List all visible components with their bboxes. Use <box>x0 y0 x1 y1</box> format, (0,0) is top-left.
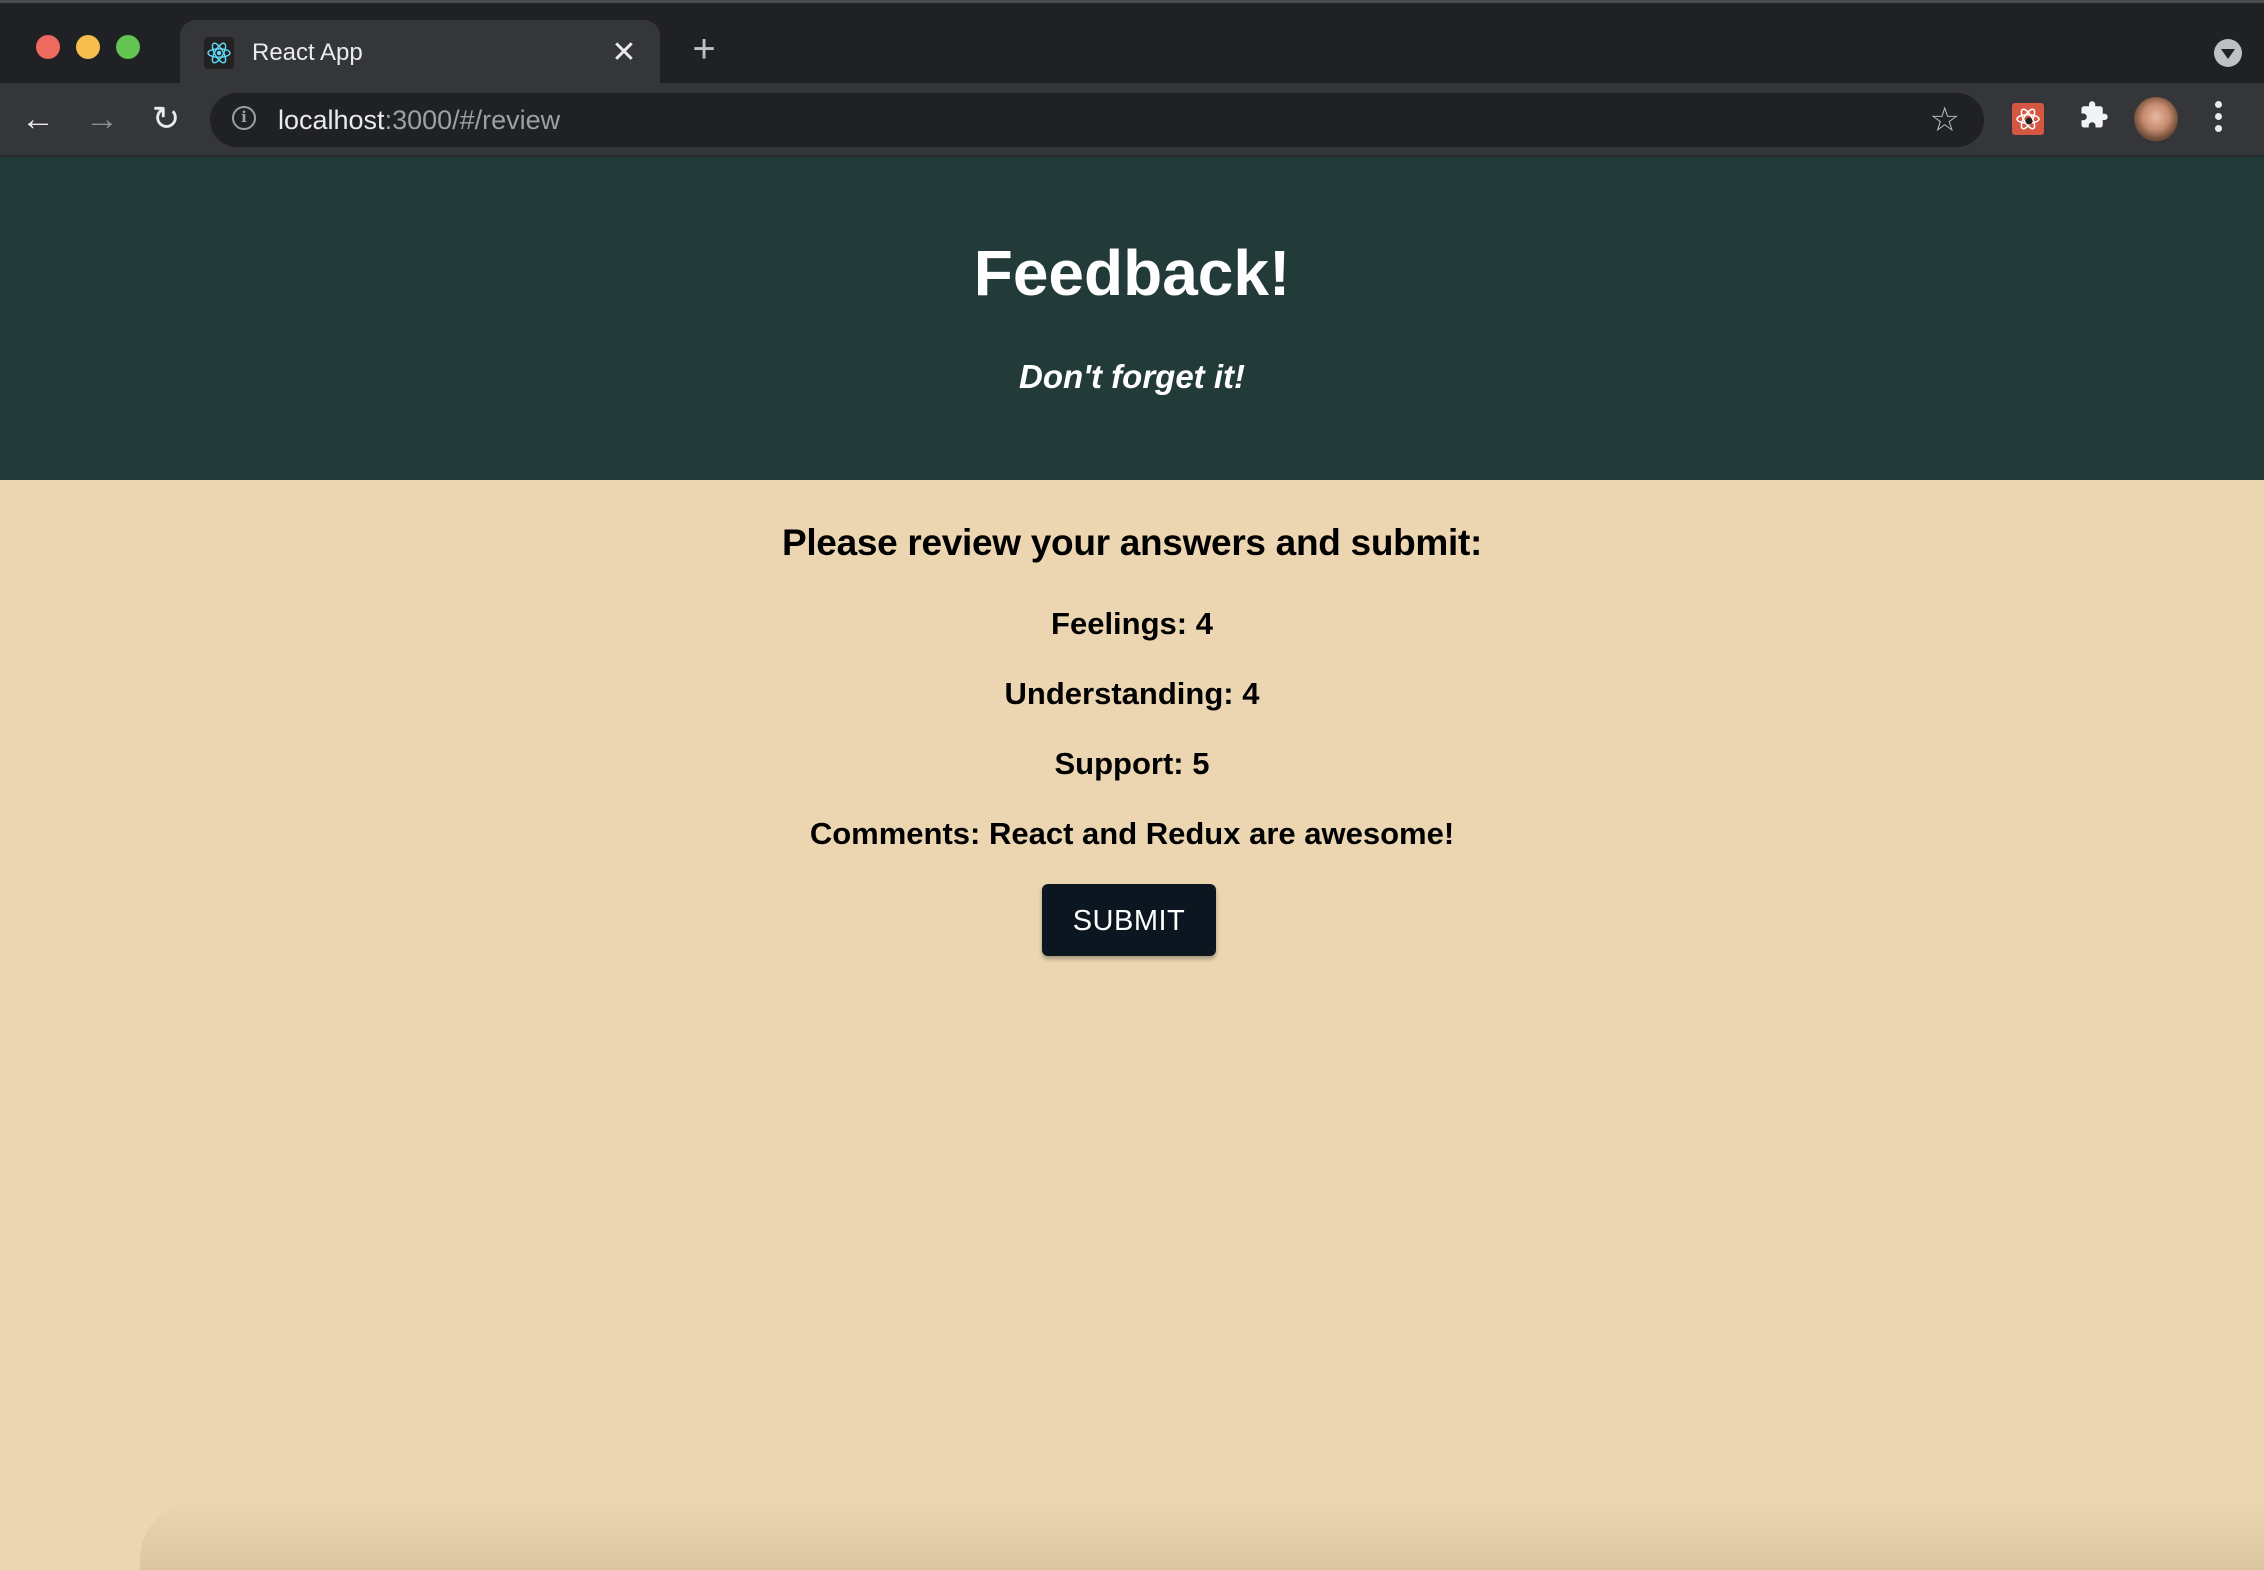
forward-arrow-icon[interactable]: → <box>82 99 122 139</box>
submit-button[interactable]: SUBMIT <box>1042 884 1216 956</box>
page-subtitle: Don't forget it! <box>1019 358 1245 395</box>
review-item-feelings: Feelings: 4 <box>1051 606 1213 641</box>
url-path: :3000/#/review <box>384 105 561 135</box>
browser-tab-strip: React App ✕ + <box>0 0 2264 86</box>
tab-title: React App <box>252 39 363 66</box>
react-logo-icon <box>204 37 234 69</box>
review-item-support: Support: 5 <box>1054 746 1210 781</box>
extensions-puzzle-icon[interactable] <box>2074 99 2114 139</box>
new-tab-button[interactable]: + <box>684 29 724 69</box>
window-close-button[interactable] <box>36 35 60 59</box>
browser-menu-icon[interactable] <box>2208 101 2228 141</box>
window-maximize-button[interactable] <box>116 35 140 59</box>
site-info-icon[interactable]: i <box>232 106 256 130</box>
app-header: Feedback! Don't forget it! <box>0 157 2264 480</box>
react-devtools-extension-icon[interactable] <box>2012 103 2044 135</box>
bookmark-star-icon[interactable]: ☆ <box>1930 101 1960 139</box>
review-heading: Please review your answers and submit: <box>781 522 1483 563</box>
tab-search-dropdown-icon[interactable] <box>2214 39 2242 67</box>
browser-toolbar: ← → ↻ i localhost:3000/#/review ☆ <box>0 83 2264 157</box>
page-title: Feedback! <box>973 237 1291 309</box>
url-text[interactable]: localhost:3000/#/review <box>278 104 560 136</box>
page-bottom-shadow <box>140 1500 2264 1570</box>
review-item-understanding: Understanding: 4 <box>1004 676 1260 711</box>
reload-icon[interactable]: ↻ <box>146 99 186 139</box>
window-minimize-button[interactable] <box>76 35 100 59</box>
back-arrow-icon[interactable]: ← <box>18 99 58 139</box>
url-host: localhost <box>278 105 385 135</box>
profile-avatar[interactable] <box>2134 97 2178 141</box>
tab-close-icon[interactable]: ✕ <box>606 35 642 71</box>
app-page: Feedback! Don't forget it! Please review… <box>0 157 2264 1570</box>
review-section: Please review your answers and submit: F… <box>0 517 2264 851</box>
address-bar[interactable]: i localhost:3000/#/review ☆ <box>210 93 1984 147</box>
review-item-comments: Comments: React and Redux are awesome! <box>809 816 1455 851</box>
browser-tab-active[interactable]: React App ✕ <box>180 20 660 86</box>
